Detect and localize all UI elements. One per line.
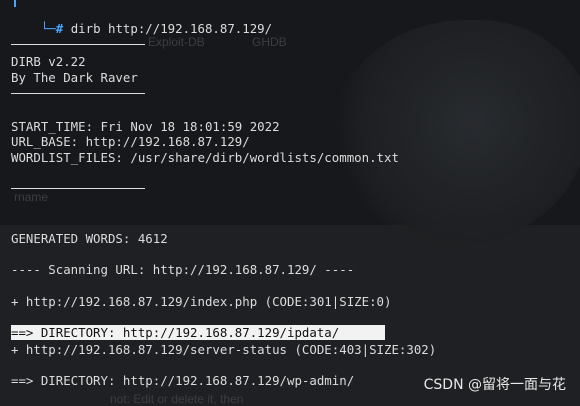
generated-words: GENERATED WORDS: 4612 [11,231,168,246]
banner-author: By The Dark Raver [11,70,138,85]
prompt-header-clipped [0,0,300,7]
result-directory-wp-admin: ==> DIRECTORY: http://192.168.87.129/wp-… [11,373,355,388]
result-index-php: + http://192.168.87.129/index.php (CODE:… [11,294,392,309]
command-text: dirb http://192.168.87.129/ [70,21,273,36]
prompt-symbol: # [55,21,71,36]
start-time: START_TIME: Fri Nov 18 18:01:59 2022 [11,119,280,134]
divider-1 [11,44,145,45]
terminal-window[interactable]: └─# dirb http://192.168.87.129/ DIRB v2.… [0,0,580,406]
banner-name: DIRB v2.22 [11,54,86,69]
url-base: URL_BASE: http://192.168.87.129/ [11,134,250,149]
result-directory-ipdata[interactable]: ==> DIRECTORY: http://192.168.87.129/ipd… [11,325,385,340]
scanning-url: ---- Scanning URL: http://192.168.87.129… [11,262,355,277]
divider-3 [11,188,145,189]
wordlist-files: WORDLIST_FILES: /usr/share/dirb/wordlist… [11,150,399,165]
divider-2 [11,93,145,94]
result-server-status: + http://192.168.87.129/server-status (C… [11,342,437,357]
prompt-corner-icon: └─ [40,21,56,36]
csdn-watermark: CSDN @留将一面与花 [423,377,566,393]
